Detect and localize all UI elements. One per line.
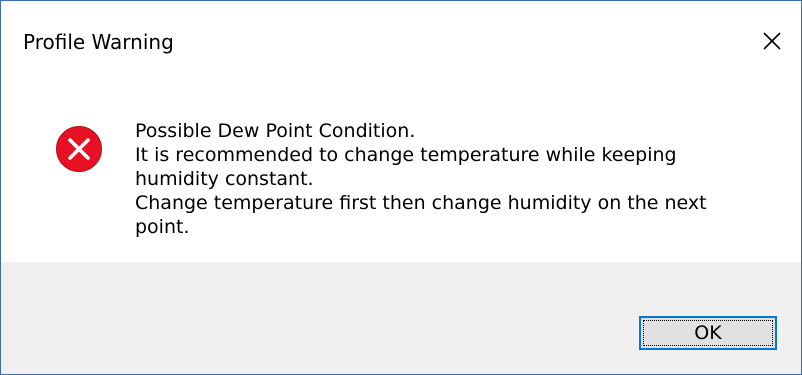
message-line: Change temperature first then change hum… — [135, 192, 707, 214]
ok-button[interactable]: OK — [639, 316, 777, 350]
ok-button-label: OK — [694, 322, 722, 344]
message-line: Possible Dew Point Condition. — [135, 120, 416, 142]
message-line: It is recommended to change temperature … — [135, 144, 677, 166]
message-line: point. — [135, 216, 190, 238]
dialog-content: Possible Dew Point Condition. It is reco… — [1, 85, 801, 262]
window-title: Profile Warning — [23, 30, 174, 54]
message-line: humidity constant. — [135, 168, 314, 190]
error-icon — [56, 126, 102, 172]
close-icon — [763, 32, 781, 50]
title-bar: Profile Warning — [1, 1, 801, 85]
warning-message: Possible Dew Point Condition. It is reco… — [135, 119, 775, 239]
profile-warning-dialog: Profile Warning Possible Dew Point Condi… — [0, 0, 802, 375]
close-button[interactable] — [749, 19, 795, 63]
button-bar: OK — [1, 262, 801, 374]
